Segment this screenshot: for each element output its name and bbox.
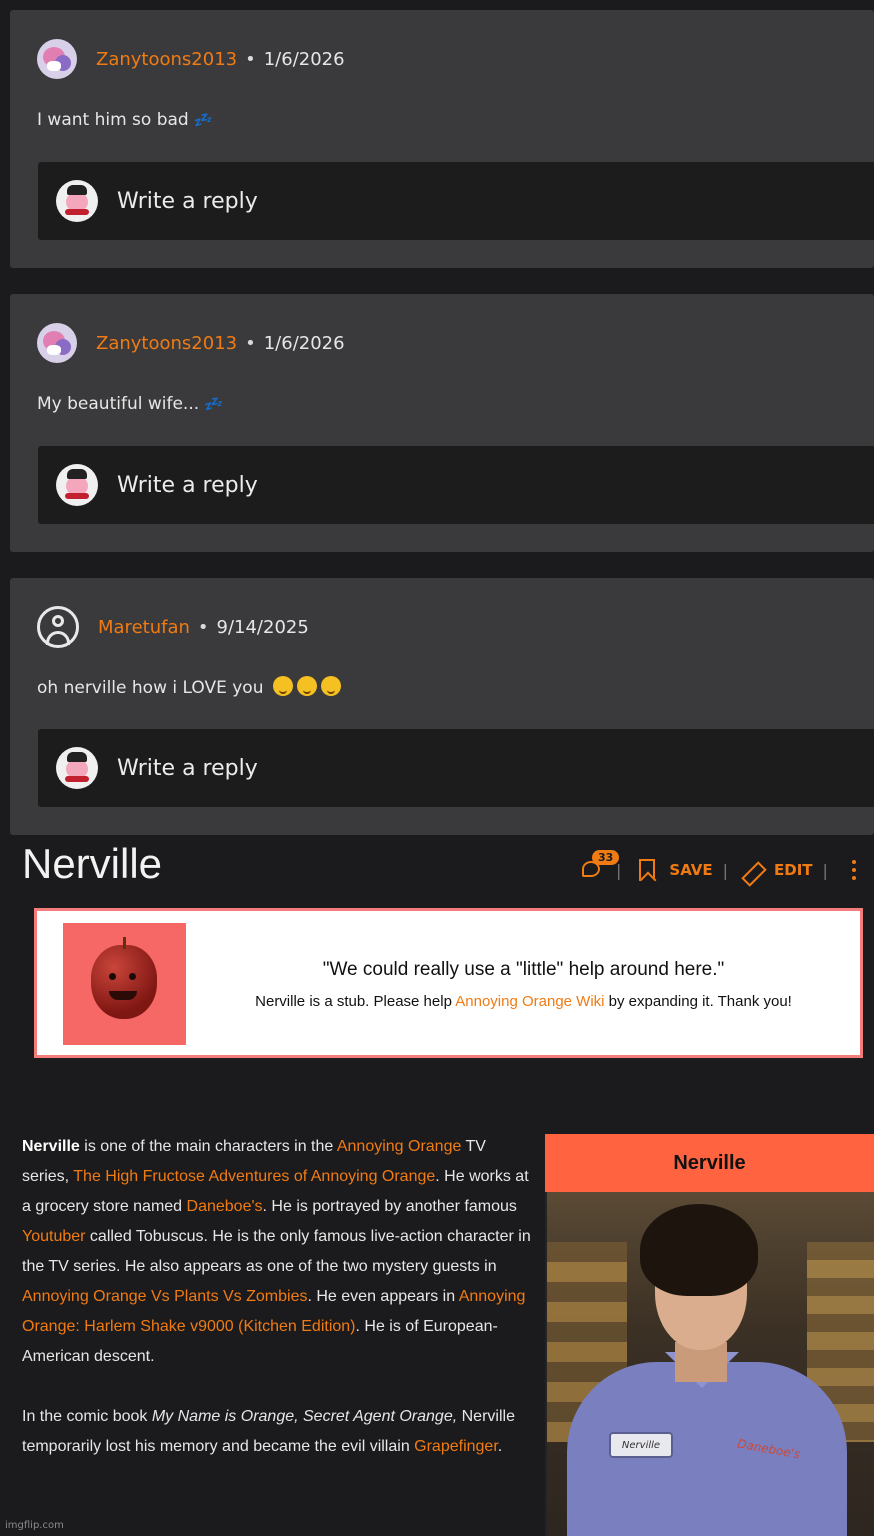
comment-username[interactable]: Zanytoons2013 (96, 333, 237, 354)
link-grapefinger[interactable]: Grapefinger (414, 1438, 498, 1455)
separator-dot: • (245, 48, 256, 70)
comment-header: Maretufan • 9/14/2025 (37, 606, 309, 648)
more-options-icon[interactable] (851, 860, 856, 880)
stub-notice: "We could really use a "little" help aro… (34, 908, 863, 1058)
separator-dot: • (245, 332, 256, 354)
watermark: imgflip.com (5, 1520, 64, 1531)
user-avatar[interactable] (37, 39, 77, 79)
link-annoying-orange[interactable]: Annoying Orange (337, 1138, 462, 1155)
link-high-fructose[interactable]: The High Fructose Adventures of Annoying… (73, 1168, 435, 1185)
paragraph: In the comic book My Name is Orange, Sec… (22, 1408, 515, 1455)
comment-header: Zanytoons2013 • 1/6/2026 (37, 323, 345, 363)
comment-text: I want him so bad 💤 (37, 110, 211, 130)
comment-body: I want him so bad (37, 110, 189, 130)
link-youtuber[interactable]: Youtuber (22, 1228, 85, 1245)
comment-card: Zanytoons2013 • 1/6/2026 I want him so b… (10, 10, 874, 268)
separator-dot: • (197, 616, 209, 638)
drooling-face-icon (296, 676, 317, 696)
stub-image (63, 923, 186, 1045)
comment-count-badge: 33 (592, 850, 620, 865)
divider: | (616, 860, 622, 880)
comment-card: Maretufan • 9/14/2025 oh nerville how i … (10, 578, 874, 835)
reply-input[interactable]: Write a reply (38, 446, 874, 524)
stub-text: Nerville is a stub. Please help Annoying… (255, 993, 792, 1010)
infobox-image[interactable]: Nerville Daneboe's (547, 1192, 874, 1536)
comment-body: oh nerville how i LOVE you (37, 678, 264, 698)
comment-date: 9/14/2025 (216, 616, 309, 638)
paragraph: Nerville is one of the main characters i… (22, 1138, 531, 1365)
divider: | (822, 860, 828, 880)
comment-username[interactable]: Maretufan (98, 617, 190, 638)
reply-placeholder[interactable]: Write a reply (117, 189, 258, 214)
drooling-face-icon (320, 676, 341, 696)
wiki-article: Nerville 33 | SAVE | EDIT | "We could re… (0, 835, 874, 1536)
page-actions: 33 | SAVE | EDIT | (580, 850, 856, 885)
bookmark-icon[interactable] (639, 859, 656, 881)
edit-button[interactable]: EDIT (774, 861, 813, 879)
comment-header: Zanytoons2013 • 1/6/2026 (37, 39, 345, 79)
page-title: Nerville (22, 840, 163, 887)
link-daneboes[interactable]: Daneboe's (187, 1198, 263, 1215)
subject-name: Nerville (22, 1138, 80, 1155)
default-avatar-icon[interactable] (37, 606, 79, 648)
divider: | (722, 860, 729, 880)
comment-date: 1/6/2026 (263, 332, 345, 354)
name-tag: Nerville (609, 1432, 673, 1458)
current-user-avatar (56, 747, 98, 789)
apple-icon (91, 937, 157, 1019)
comment-date: 1/6/2026 (263, 48, 345, 70)
stub-quote: "We could really use a "little" help aro… (322, 959, 725, 980)
pencil-icon[interactable] (744, 859, 766, 881)
comment-body: My beautiful wife... (37, 394, 200, 414)
wiki-link[interactable]: Annoying Orange Wiki (455, 993, 604, 1010)
reply-input[interactable]: Write a reply (38, 729, 874, 807)
comment-text: My beautiful wife... 💤 (37, 394, 222, 414)
save-button[interactable]: SAVE (669, 861, 712, 879)
current-user-avatar (56, 180, 98, 222)
drooling-face-icon (272, 676, 293, 696)
infobox-title: Nerville (545, 1134, 874, 1192)
sleeping-emoji: 💤 (192, 111, 212, 129)
reply-placeholder[interactable]: Write a reply (117, 756, 258, 781)
comment-text: oh nerville how i LOVE you 🤤🤤🤤 (37, 676, 341, 698)
reply-input[interactable]: Write a reply (38, 162, 874, 240)
reply-placeholder[interactable]: Write a reply (117, 473, 258, 498)
infobox: Nerville Nerville Daneboe's (545, 1134, 874, 1536)
user-avatar[interactable] (37, 323, 77, 363)
link-pvz[interactable]: Annoying Orange Vs Plants Vs Zombies (22, 1288, 307, 1305)
comments-button[interactable]: 33 (580, 850, 620, 883)
comic-title: My Name is Orange, Secret Agent Orange, (151, 1408, 458, 1425)
comment-card: Zanytoons2013 • 1/6/2026 My beautiful wi… (10, 294, 874, 552)
sleeping-emoji: 💤 (203, 395, 222, 413)
current-user-avatar (56, 464, 98, 506)
article-body: Nerville is one of the main characters i… (22, 1132, 532, 1462)
comment-username[interactable]: Zanytoons2013 (96, 49, 237, 70)
